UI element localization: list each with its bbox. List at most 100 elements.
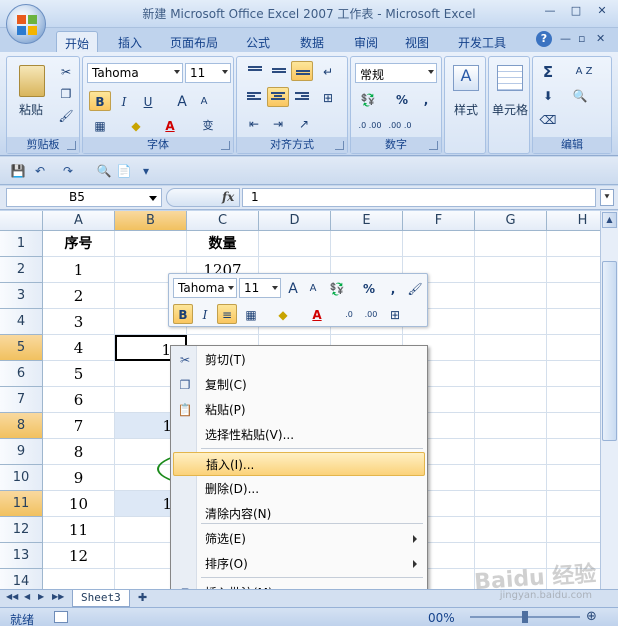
styles-button[interactable]: 样式	[447, 101, 485, 118]
number-dialog-launcher[interactable]	[429, 141, 438, 150]
cell-g6[interactable]	[475, 361, 547, 387]
align-center-icon[interactable]	[267, 87, 289, 107]
cell-a9[interactable]: 8	[43, 439, 115, 465]
mini-border-icon[interactable]: ▦	[241, 304, 261, 324]
clear-icon[interactable]: ⌫	[537, 109, 559, 129]
currency-icon[interactable]: 💱	[357, 89, 379, 109]
cell-d1[interactable]	[259, 231, 331, 257]
cell-h12[interactable]	[547, 517, 600, 543]
cell-h4[interactable]	[547, 309, 600, 335]
cell-a11[interactable]: 10	[43, 491, 115, 517]
cell-a2[interactable]: 1	[43, 257, 115, 283]
name-box[interactable]: B5	[6, 188, 162, 207]
ribbon-close-icon[interactable]: ✕	[596, 32, 605, 45]
scroll-up-icon[interactable]: ▲	[602, 212, 617, 228]
prev-sheet-icon[interactable]: ◀	[24, 592, 30, 601]
percent-button[interactable]: %	[391, 89, 413, 109]
bold-button[interactable]: B	[89, 91, 111, 111]
row-header-6[interactable]: 6	[0, 361, 43, 387]
cell-f1[interactable]	[403, 231, 475, 257]
insert-function-icon[interactable]: fx	[222, 190, 234, 204]
cell-a10[interactable]: 9	[43, 465, 115, 491]
tab-review[interactable]: 审阅	[346, 31, 386, 52]
phonetic-button[interactable]: 变	[197, 115, 219, 135]
cell-a13[interactable]: 12	[43, 543, 115, 569]
increase-indent-icon[interactable]: ⇥	[267, 113, 289, 133]
mini-percent-button[interactable]: %	[359, 278, 379, 298]
mini-shrink-font-button[interactable]: A	[303, 278, 323, 298]
context-menu-paste[interactable]: 粘贴(P) 📋	[173, 398, 425, 422]
last-sheet-icon[interactable]: ▶▶	[52, 592, 64, 601]
cell-h8[interactable]	[547, 413, 600, 439]
shrink-font-button[interactable]: A	[193, 91, 215, 111]
mini-italic-button[interactable]: I	[195, 304, 215, 324]
align-right-icon[interactable]	[291, 87, 313, 107]
tab-view[interactable]: 视图	[397, 31, 437, 52]
redo-icon[interactable]: ↷	[60, 163, 76, 179]
mini-font-color-button[interactable]: A	[307, 304, 327, 324]
wrap-text-icon[interactable]: ↵	[317, 61, 339, 81]
border-icon[interactable]: ▦	[89, 115, 111, 135]
context-menu-copy[interactable]: 复制(C) ❐	[173, 373, 425, 397]
row-header-12[interactable]: 12	[0, 517, 43, 543]
cell-a4[interactable]: 3	[43, 309, 115, 335]
ribbon-restore-icon[interactable]: ▫	[578, 32, 585, 45]
cell-g3[interactable]	[475, 283, 547, 309]
column-header-b[interactable]: B	[115, 211, 187, 231]
column-header-c[interactable]: C	[187, 211, 259, 231]
cell-a3[interactable]: 2	[43, 283, 115, 309]
tab-formulas[interactable]: 公式	[238, 31, 278, 52]
mini-grow-font-button[interactable]: A	[283, 278, 303, 298]
orientation-icon[interactable]: ↗	[293, 113, 315, 133]
tab-insert[interactable]: 插入	[110, 31, 150, 52]
ribbon-minimize-icon[interactable]: —	[560, 32, 571, 45]
italic-button[interactable]: I	[113, 91, 135, 111]
cut-icon[interactable]: ✂	[55, 61, 77, 81]
decrease-decimal-icon[interactable]: .00 .0	[387, 115, 413, 135]
column-header-a[interactable]: A	[43, 211, 115, 231]
row-header-14[interactable]: 14	[0, 569, 43, 589]
alignment-dialog-launcher[interactable]	[335, 141, 344, 150]
mini-comma-button[interactable]: ,	[383, 278, 403, 298]
column-header-g[interactable]: G	[475, 211, 547, 231]
row-header-7[interactable]: 7	[0, 387, 43, 413]
cell-a7[interactable]: 6	[43, 387, 115, 413]
underline-button[interactable]: U	[137, 91, 159, 111]
insert-sheet-icon[interactable]: ✚	[138, 591, 147, 604]
format-painter-icon[interactable]: 🖌	[55, 105, 77, 125]
column-header-e[interactable]: E	[331, 211, 403, 231]
context-menu-insert[interactable]: 插入(I)...	[173, 452, 425, 476]
row-header-9[interactable]: 9	[0, 439, 43, 465]
sheet-tab-sheet3[interactable]: Sheet3	[72, 590, 130, 607]
mini-font-combo[interactable]: Tahoma	[173, 278, 237, 298]
first-sheet-icon[interactable]: ◀◀	[6, 592, 18, 601]
context-menu-paste-special[interactable]: 选择性粘贴(V)...	[173, 423, 425, 447]
cell-a14[interactable]	[43, 569, 115, 589]
expand-formula-bar-icon[interactable]: ⯆	[600, 189, 614, 206]
row-header-2[interactable]: 2	[0, 257, 43, 283]
context-menu-sort[interactable]: 排序(O)	[173, 552, 425, 576]
grow-font-button[interactable]: A	[171, 91, 193, 111]
restore-button[interactable]: □	[564, 2, 588, 20]
zoom-in-icon[interactable]: ⊕	[586, 609, 597, 624]
row-header-10[interactable]: 10	[0, 465, 43, 491]
save-icon[interactable]: 💾	[10, 163, 26, 179]
zoom-level[interactable]: 00%	[428, 611, 455, 625]
cell-h7[interactable]	[547, 387, 600, 413]
new-document-icon[interactable]: 📄	[116, 163, 132, 179]
zoom-slider-handle[interactable]	[522, 611, 528, 623]
align-middle-icon[interactable]	[267, 61, 289, 81]
cell-e1[interactable]	[331, 231, 403, 257]
comma-button[interactable]: ,	[415, 89, 437, 109]
mini-size-combo[interactable]: 11	[239, 278, 281, 298]
cell-c1[interactable]: 数量	[187, 231, 259, 257]
row-header-8[interactable]: 8	[0, 413, 43, 439]
minimize-button[interactable]: —	[538, 2, 562, 20]
align-top-icon[interactable]	[243, 61, 265, 81]
mini-center-icon[interactable]: ≡	[217, 304, 237, 324]
next-sheet-icon[interactable]: ▶	[38, 592, 44, 601]
align-left-icon[interactable]	[243, 87, 265, 107]
tab-home[interactable]: 开始	[56, 31, 99, 52]
increase-decimal-icon[interactable]: .0 .00	[357, 115, 383, 135]
fill-color-icon[interactable]: ◆	[125, 115, 147, 135]
